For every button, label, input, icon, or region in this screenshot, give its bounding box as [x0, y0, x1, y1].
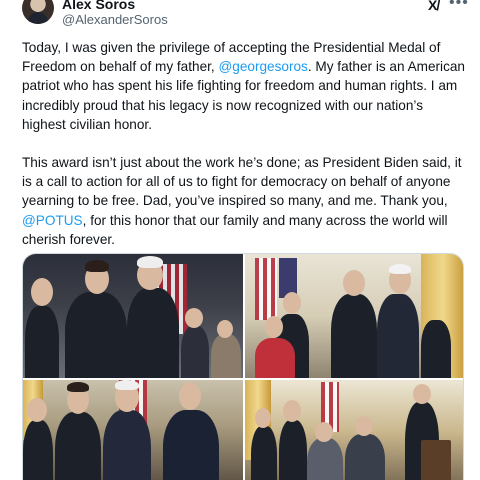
mention-link-georgesoros[interactable]: @georgesoros [218, 59, 307, 74]
person-figure [181, 326, 209, 378]
author-name[interactable]: Alex Soros [62, 0, 135, 12]
person-hair [137, 256, 163, 268]
mention-link-potus[interactable]: @POTUS [22, 213, 83, 228]
person-figure [103, 410, 151, 480]
tweet-text-segment: , for this honor that our family and man… [22, 212, 448, 247]
person-head [217, 320, 233, 338]
person-head [265, 316, 283, 338]
author-handle[interactable]: @AlexanderSoros [62, 12, 168, 27]
person-figure [251, 426, 277, 480]
person-hair [67, 382, 89, 392]
person-figure [25, 306, 59, 378]
media-grid [22, 253, 464, 480]
person-figure [55, 412, 101, 480]
person-figure [421, 320, 451, 378]
person-head [27, 398, 47, 422]
tweet-body: Today, I was given the privilege of acce… [22, 38, 468, 268]
ceremony-photo-4[interactable] [245, 380, 463, 480]
tweet-paragraph-2: This award isn’t just about the work he’… [22, 153, 468, 249]
flag-decor [255, 258, 277, 320]
person-figure [127, 288, 179, 378]
person-figure [307, 438, 343, 480]
person-figure [65, 292, 127, 378]
grok-icon[interactable]: X/ [428, 0, 440, 13]
tweet-text-segment: This award isn’t just about the work he’… [22, 155, 462, 209]
person-head [179, 382, 201, 410]
ceremony-photo-3[interactable] [23, 380, 243, 480]
person-figure [23, 420, 53, 480]
person-figure [345, 434, 385, 480]
person-head [255, 408, 271, 428]
person-figure [279, 420, 307, 480]
person-head [283, 400, 301, 422]
tweet-header: Alex Soros @AlexanderSoros X/ ••• [0, 0, 480, 30]
podium [421, 440, 451, 480]
person-head [343, 270, 365, 296]
person-head [355, 416, 373, 436]
ceremony-photo-1[interactable] [23, 254, 243, 378]
ceremony-photo-2[interactable] [245, 254, 463, 378]
person-hair [115, 380, 139, 390]
person-head [31, 278, 53, 306]
person-figure [163, 410, 219, 480]
person-figure [331, 294, 377, 378]
tweet-paragraph-1: Today, I was given the privilege of acce… [22, 38, 468, 134]
person-figure [211, 334, 241, 378]
person-figure [255, 338, 295, 378]
person-head [185, 308, 203, 328]
avatar[interactable] [22, 0, 54, 24]
person-head [315, 422, 333, 442]
more-options-icon[interactable]: ••• [449, 0, 469, 12]
person-hair [85, 260, 109, 272]
person-figure [377, 294, 419, 378]
person-head [283, 292, 301, 314]
person-head [413, 384, 431, 404]
person-hair [389, 264, 411, 274]
